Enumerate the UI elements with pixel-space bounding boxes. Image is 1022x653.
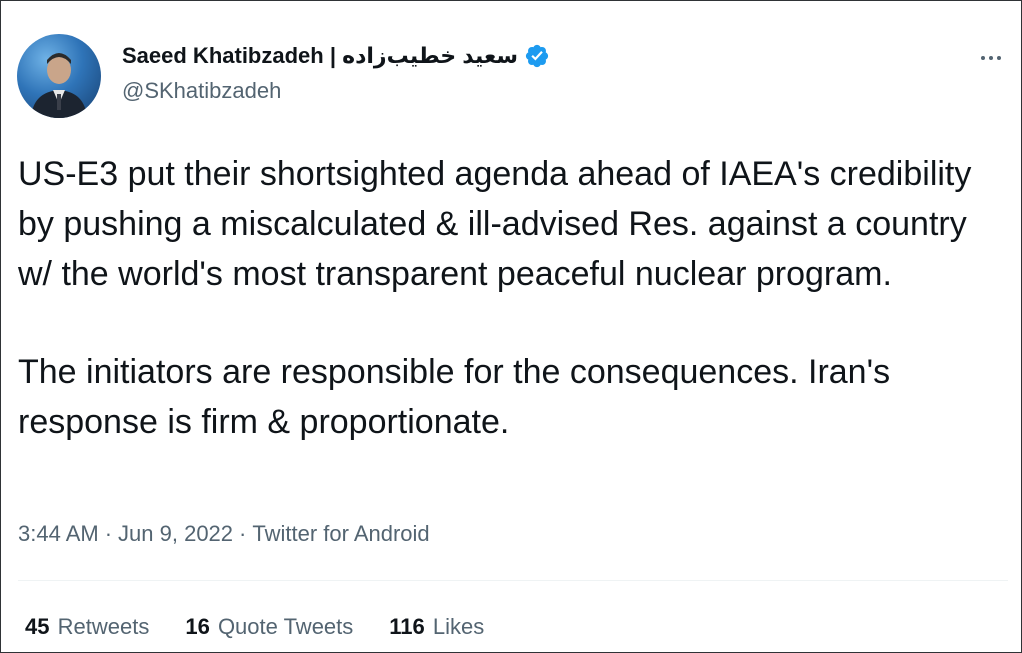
author-display-name[interactable]: Saeed Khatibzadeh | سعید خطیب‌زاده	[122, 43, 518, 69]
dot	[981, 56, 985, 60]
likes-label: Likes	[432, 614, 485, 639]
quote-tweets-stat[interactable]: 16 Quote Tweets	[185, 614, 353, 640]
profile-photo-icon	[31, 53, 87, 118]
retweets-stat[interactable]: 45 Retweets	[25, 614, 149, 640]
more-options-icon[interactable]	[975, 44, 1007, 72]
tweet-card: Saeed Khatibzadeh | سعید خطیب‌زاده @SKha…	[0, 0, 1022, 653]
likes-stat[interactable]: 116 Likes	[389, 614, 484, 640]
verified-badge-icon	[524, 43, 550, 69]
meta-separator: ·	[104, 521, 113, 546]
tweet-source[interactable]: Twitter for Android	[252, 521, 429, 546]
divider	[18, 580, 1008, 581]
retweets-label: Retweets	[57, 614, 150, 639]
quote-tweets-count: 16	[185, 614, 210, 639]
author-name-row: Saeed Khatibzadeh | سعید خطیب‌زاده	[122, 43, 550, 69]
tweet-date[interactable]: Jun 9, 2022	[118, 521, 233, 546]
tweet-paragraph: US-E3 put their shortsighted agenda ahea…	[18, 155, 972, 293]
tweet-time[interactable]: 3:44 AM	[18, 521, 99, 546]
engagement-stats: 45 Retweets 16 Quote Tweets 116 Likes	[25, 614, 484, 640]
quote-tweets-label: Quote Tweets	[217, 614, 354, 639]
author-avatar[interactable]	[17, 34, 101, 118]
tweet-meta: 3:44 AM · Jun 9, 2022 · Twitter for Android	[18, 521, 430, 547]
dot	[997, 56, 1001, 60]
likes-count: 116	[389, 614, 425, 639]
dot	[989, 56, 993, 60]
tweet-paragraph: The initiators are responsible for the c…	[18, 353, 891, 441]
meta-separator: ·	[239, 521, 247, 546]
author-handle[interactable]: @SKhatibzadeh	[122, 78, 281, 104]
tweet-body: US-E3 put their shortsighted agenda ahea…	[18, 149, 1008, 447]
retweets-count: 45	[25, 614, 50, 639]
